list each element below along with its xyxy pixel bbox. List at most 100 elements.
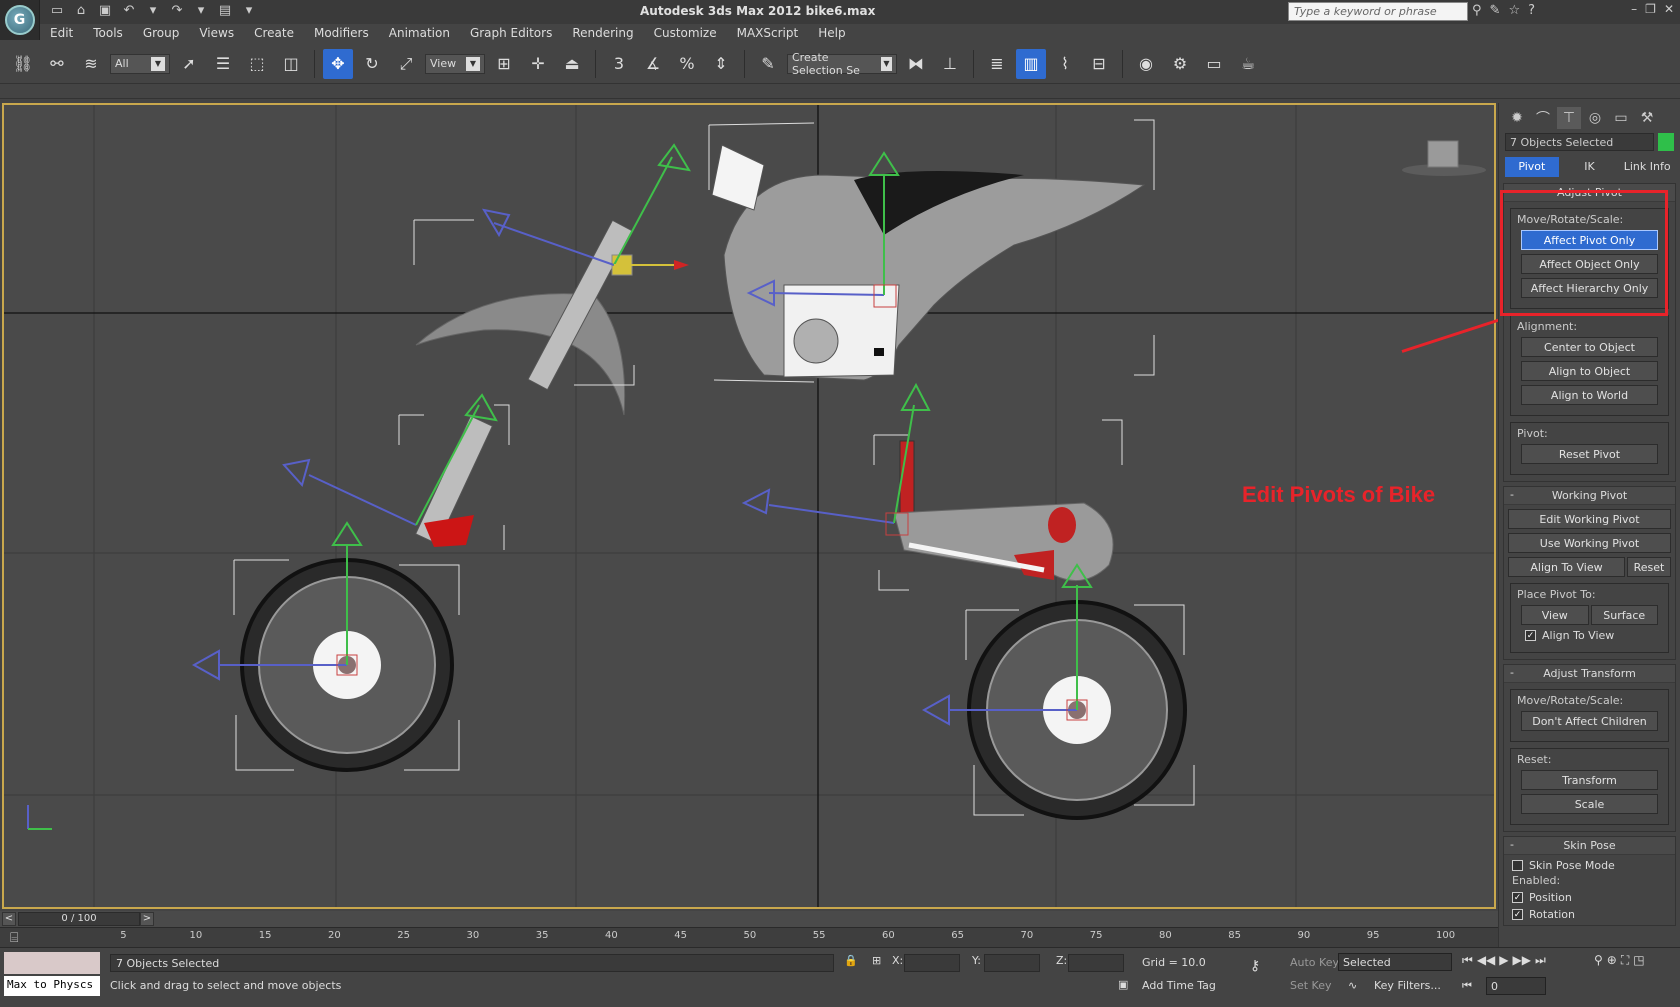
render-production-icon[interactable]: ☕ xyxy=(1233,49,1263,79)
menu-modifiers[interactable]: Modifiers xyxy=(304,24,379,42)
reset-working-pivot-button[interactable]: Reset xyxy=(1627,557,1671,577)
lock-icon[interactable]: 🔒 xyxy=(844,954,858,967)
x-coordinate-field[interactable] xyxy=(904,954,960,972)
place-view-button[interactable]: View xyxy=(1521,605,1589,625)
key-mode-dropdown[interactable]: Selected xyxy=(1338,953,1452,971)
align-icon[interactable]: ⊥ xyxy=(935,49,965,79)
go-to-start-icon[interactable]: ⏮ xyxy=(1462,953,1473,968)
swingarm-object[interactable] xyxy=(741,382,1123,591)
align-to-object-button[interactable]: Align to Object xyxy=(1521,361,1658,381)
maximize-viewport-icon[interactable]: ◳ xyxy=(1633,953,1644,968)
align-to-world-button[interactable]: Align to World xyxy=(1521,385,1658,405)
select-and-move-icon[interactable]: ✥ xyxy=(323,48,353,79)
menu-group[interactable]: Group xyxy=(133,24,190,42)
menu-edit[interactable]: Edit xyxy=(40,24,83,42)
motion-tab-icon[interactable]: ◎ xyxy=(1583,107,1607,129)
menu-create[interactable]: Create xyxy=(244,24,304,42)
object-color-swatch[interactable] xyxy=(1658,133,1674,151)
graphite-ribbon-icon[interactable]: ▥ xyxy=(1016,48,1046,79)
position-checkbox[interactable]: ✓ Position xyxy=(1512,891,1667,904)
center-to-object-button[interactable]: Center to Object xyxy=(1521,337,1658,357)
set-keys-icon[interactable]: ⚷ xyxy=(1250,958,1260,974)
keyboard-shortcut-override-icon[interactable]: ⏏ xyxy=(557,49,587,79)
window-crossing-icon[interactable]: ◫ xyxy=(276,49,306,79)
mini-curve-editor-icon[interactable]: ⌸ xyxy=(10,930,18,946)
place-surface-button[interactable]: Surface xyxy=(1590,605,1658,625)
ik-mode-button[interactable]: IK xyxy=(1563,157,1617,177)
z-coordinate-field[interactable] xyxy=(1068,954,1124,972)
set-key-button[interactable]: Set Key xyxy=(1290,979,1332,992)
modify-tab-icon[interactable]: ⌒ xyxy=(1531,107,1555,129)
time-prev-icon[interactable]: < xyxy=(2,912,16,926)
select-and-scale-icon[interactable]: ⤢ xyxy=(391,49,421,79)
unlink-icon[interactable]: ⚯ xyxy=(42,49,72,79)
reference-coordinate-dropdown[interactable]: View ▼ xyxy=(425,53,485,74)
viewcube[interactable] xyxy=(1402,140,1486,176)
edit-working-pivot-button[interactable]: Edit Working Pivot xyxy=(1508,509,1671,529)
menu-maxscript[interactable]: MAXScript xyxy=(727,24,809,42)
zoom-all-icon[interactable]: ⊕ xyxy=(1607,953,1617,968)
select-and-rotate-icon[interactable]: ↻ xyxy=(357,49,387,79)
open-file-icon[interactable]: ⌂ xyxy=(72,3,90,18)
percent-snap-icon[interactable]: % xyxy=(672,49,702,79)
create-tab-icon[interactable]: ✹ xyxy=(1505,107,1529,129)
menu-rendering[interactable]: Rendering xyxy=(562,24,643,42)
select-manipulate-icon[interactable]: ✛ xyxy=(523,49,553,79)
time-slider[interactable]: < 0 / 100 > xyxy=(0,911,1498,927)
maxscript-listener-input[interactable]: Max to Physcs xyxy=(4,976,100,996)
key-mode-toggle-icon[interactable]: ⏮ xyxy=(1462,979,1472,993)
link-icon[interactable]: ⛓ xyxy=(8,49,38,79)
track-bar[interactable]: ⌸ 5 10 15 20 25 30 35 40 45 50 55 60 65 70 75 80 85 90 95 1… xyxy=(0,927,1498,947)
menu-help[interactable]: Help xyxy=(808,24,855,42)
working-pivot-header[interactable]: - Working Pivot xyxy=(1504,487,1675,505)
project-folder-icon[interactable]: ▤ xyxy=(216,3,234,18)
pivot-center-icon[interactable]: ⊞ xyxy=(489,49,519,79)
rect-selection-region-icon[interactable]: ⬚ xyxy=(242,49,272,79)
render-setup-icon[interactable]: ⚙ xyxy=(1165,49,1195,79)
align-to-view-checkbox[interactable]: ✓ Align To View xyxy=(1525,629,1654,642)
zoom-icon[interactable]: ⚲ xyxy=(1594,953,1603,968)
dont-affect-children-button[interactable]: Don't Affect Children xyxy=(1521,711,1658,731)
help-icon[interactable]: ? xyxy=(1528,3,1535,18)
menu-customize[interactable]: Customize xyxy=(644,24,727,42)
favorites-icon[interactable]: ☆ xyxy=(1508,3,1520,18)
app-menu-button[interactable]: G xyxy=(0,0,40,40)
rendered-frame-window-icon[interactable]: ▭ xyxy=(1199,49,1229,79)
layer-manager-icon[interactable]: ≣ xyxy=(982,49,1012,79)
redo-icon[interactable]: ↷ xyxy=(168,3,186,18)
maxscript-listener-output[interactable] xyxy=(4,952,100,974)
selection-filter-dropdown[interactable]: All ▼ xyxy=(110,53,170,74)
next-frame-icon[interactable]: ▶▶ xyxy=(1513,953,1531,968)
add-time-tag-button[interactable]: Add Time Tag xyxy=(1142,979,1216,992)
redo-dropdown-icon[interactable]: ▾ xyxy=(192,3,210,18)
key-filters-button[interactable]: Key Filters... xyxy=(1374,979,1441,992)
bind-spacewarp-icon[interactable]: ≋ xyxy=(76,49,106,79)
previous-frame-icon[interactable]: ◀◀ xyxy=(1477,953,1495,968)
absolute-mode-icon[interactable]: ⊞ xyxy=(872,954,881,967)
customize-dropdown-icon[interactable]: ▾ xyxy=(240,3,258,18)
time-slider-thumb[interactable]: 0 / 100 xyxy=(18,912,140,926)
reset-scale-button[interactable]: Scale xyxy=(1521,794,1658,814)
schematic-view-icon[interactable]: ⊟ xyxy=(1084,49,1114,79)
menu-tools[interactable]: Tools xyxy=(83,24,133,42)
front-wheel-object[interactable] xyxy=(191,521,460,772)
edit-named-selection-icon[interactable]: ✎ xyxy=(753,49,783,79)
left-viewport[interactable]: Edit Pivots of Bike xyxy=(2,103,1496,909)
menu-graph-editors[interactable]: Graph Editors xyxy=(460,24,562,42)
new-file-icon[interactable]: ▭ xyxy=(48,3,66,18)
skin-pose-header[interactable]: - Skin Pose xyxy=(1504,837,1675,855)
adjust-transform-header[interactable]: - Adjust Transform xyxy=(1504,665,1675,683)
reset-transform-button[interactable]: Transform xyxy=(1521,770,1658,790)
minimize-icon[interactable]: – xyxy=(1631,2,1637,16)
close-icon[interactable]: ✕ xyxy=(1664,2,1674,16)
pivot-mode-button[interactable]: Pivot xyxy=(1505,157,1559,177)
menu-views[interactable]: Views xyxy=(189,24,244,42)
angle-snap-icon[interactable]: ∡ xyxy=(638,49,668,79)
select-by-name-icon[interactable]: ☰ xyxy=(208,49,238,79)
go-to-end-icon[interactable]: ⏭ xyxy=(1535,953,1546,968)
link-info-mode-button[interactable]: Link Info xyxy=(1620,157,1674,177)
material-editor-icon[interactable]: ◉ xyxy=(1131,49,1161,79)
zoom-extents-icon[interactable]: ⛶ xyxy=(1621,953,1629,968)
select-object-icon[interactable]: ➚ xyxy=(174,49,204,79)
reset-pivot-button[interactable]: Reset Pivot xyxy=(1521,444,1658,464)
